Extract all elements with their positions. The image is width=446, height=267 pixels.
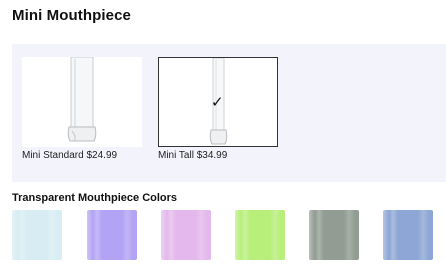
color-swatch[interactable] <box>161 210 211 260</box>
mini-tall-label: Mini Tall $34.99 <box>158 150 228 161</box>
selected-check-icon: ✓ <box>211 94 224 111</box>
color-swatch[interactable] <box>12 210 62 260</box>
swatch-highlight <box>235 210 285 260</box>
color-swatch[interactable] <box>383 210 433 260</box>
mini-standard-mouthpiece-image <box>67 57 97 142</box>
page-title: Mini Mouthpiece <box>12 7 131 24</box>
color-swatch[interactable] <box>309 210 359 260</box>
option-mini-tall[interactable]: ✓ Mini Tall $34.99 <box>158 57 280 161</box>
swatch-highlight <box>12 210 62 260</box>
swatch-highlight <box>87 210 137 260</box>
mouthpiece-options-panel: Mini Standard $24.99 ✓ Mini Tall $34.99 <box>12 44 446 182</box>
colors-heading: Transparent Mouthpiece Colors <box>12 192 178 204</box>
swatch-highlight <box>161 210 211 260</box>
option-mini-standard[interactable]: Mini Standard $24.99 <box>22 57 144 161</box>
mini-tall-thumbnail[interactable]: ✓ <box>158 57 278 147</box>
color-swatch[interactable] <box>87 210 137 260</box>
color-swatch[interactable] <box>235 210 285 260</box>
mini-standard-thumbnail[interactable] <box>22 57 142 147</box>
mini-standard-label: Mini Standard $24.99 <box>22 150 118 161</box>
swatch-highlight <box>309 210 359 260</box>
swatch-highlight <box>383 210 433 260</box>
